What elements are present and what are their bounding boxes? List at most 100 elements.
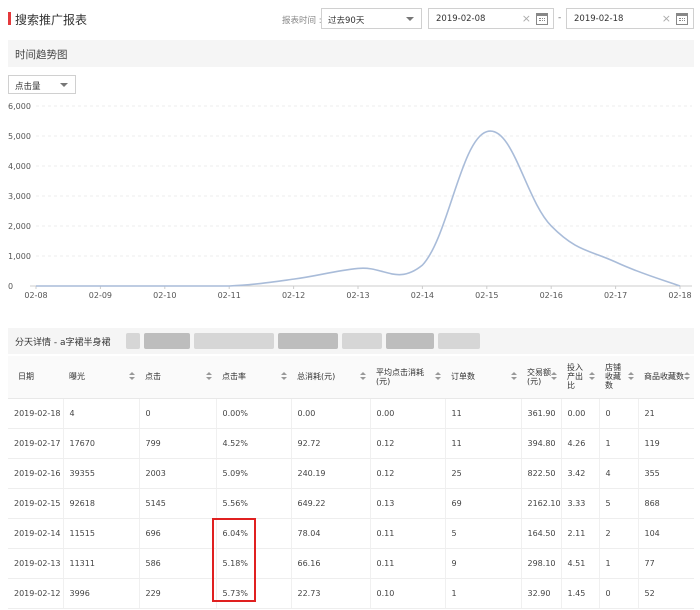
cell-orders: 69 <box>445 488 522 519</box>
table-header-row: 日期 曝光 点击 点击率 总消耗(元) 平均点击消耗(元) 订单数 交易额(元)… <box>8 356 694 399</box>
cell-shop-favorites: 5 <box>599 488 639 519</box>
blurred-text <box>386 333 434 349</box>
cell-shop-favorites: 4 <box>599 458 639 489</box>
sort-icon[interactable] <box>628 372 634 382</box>
cell-roi: 1.45 <box>561 578 600 609</box>
column-header-impressions[interactable]: 曝光 <box>63 356 139 399</box>
cell-item-favorites: 52 <box>638 578 694 609</box>
cell-item-favorites: 77 <box>638 548 694 579</box>
cell-orders: 25 <box>445 458 522 489</box>
blurred-text <box>144 333 190 349</box>
calendar-icon[interactable] <box>676 13 688 25</box>
cell-total-cost: 78.04 <box>291 518 371 549</box>
trend-section-header: 时间趋势图 <box>8 40 694 67</box>
x-tick-label: 02-16 <box>540 291 563 300</box>
sort-icon[interactable] <box>684 372 690 382</box>
date-range-separator: - <box>558 13 562 23</box>
time-range-select[interactable]: 过去90天 <box>321 8 422 29</box>
cell-avg-click-cost: 0.12 <box>370 428 446 459</box>
end-date-input[interactable]: 2019-02-18 × <box>566 8 694 29</box>
y-tick-label: 6,000 <box>8 102 31 111</box>
table-row: 2019-02-18 4 0 0.00% 0.00 0.00 11 361.90 0.00 0 21 <box>8 398 694 429</box>
x-tick-label: 02-12 <box>282 291 305 300</box>
sort-icon[interactable] <box>551 372 557 382</box>
cell-ctr: 0.00% <box>216 398 292 429</box>
blurred-text <box>342 333 382 349</box>
cell-date: 2019-02-15 <box>8 488 64 519</box>
cell-orders: 9 <box>445 548 522 579</box>
cell-total-cost: 22.73 <box>291 578 371 609</box>
sort-icon[interactable] <box>129 372 135 382</box>
cell-roi: 4.26 <box>561 428 600 459</box>
start-date-input[interactable]: 2019-02-08 × <box>428 8 554 29</box>
column-header-item-favorites[interactable]: 商品收藏数 <box>638 356 694 399</box>
cell-item-favorites: 119 <box>638 428 694 459</box>
sort-icon[interactable] <box>511 372 517 382</box>
column-header-orders[interactable]: 订单数 <box>445 356 521 399</box>
cell-roi: 0.00 <box>561 398 600 429</box>
column-header-avg-click-cost[interactable]: 平均点击消耗(元) <box>370 356 445 399</box>
cell-ctr: 5.73% <box>216 578 292 609</box>
cell-orders: 11 <box>445 428 522 459</box>
cell-total-cost: 649.22 <box>291 488 371 519</box>
cell-revenue: 361.90 <box>521 398 562 429</box>
cell-item-favorites: 21 <box>638 398 694 429</box>
series-line <box>35 130 681 287</box>
cell-impressions: 17670 <box>63 428 140 459</box>
sort-icon[interactable] <box>360 372 366 382</box>
sort-icon[interactable] <box>589 372 595 382</box>
cell-revenue: 164.50 <box>521 518 562 549</box>
cell-ctr: 4.52% <box>216 428 292 459</box>
column-header-revenue[interactable]: 交易额(元) <box>521 356 561 399</box>
cell-item-favorites: 355 <box>638 458 694 489</box>
sort-icon[interactable] <box>435 372 441 382</box>
detail-section-title: 分天详情 - a字裙半身裙 <box>15 338 111 348</box>
cell-total-cost: 240.19 <box>291 458 371 489</box>
column-header-ctr[interactable]: 点击率 <box>216 356 291 399</box>
column-header-shop-favorites[interactable]: 店铺收藏数 <box>599 356 638 399</box>
y-tick-label: 3,000 <box>8 192 31 201</box>
report-header: 搜索推广报表 报表时间 : 过去90天 2019-02-08 × - 2019-… <box>0 0 700 38</box>
end-date-value: 2019-02-18 <box>574 14 624 24</box>
x-tick-label: 02-10 <box>153 291 176 300</box>
cell-total-cost: 92.72 <box>291 428 371 459</box>
blurred-text <box>194 333 274 349</box>
cell-revenue: 2162.10 <box>521 488 562 519</box>
cell-date: 2019-02-13 <box>8 548 64 579</box>
cell-total-cost: 66.16 <box>291 548 371 579</box>
y-tick-label: 2,000 <box>8 222 31 231</box>
cell-ctr: 6.04% <box>216 518 292 549</box>
cell-roi: 3.33 <box>561 488 600 519</box>
cell-impressions: 11311 <box>63 548 140 579</box>
sort-icon[interactable] <box>206 372 212 382</box>
table-row: 2019-02-12 3996 229 5.73% 22.73 0.10 1 32.90 1.4… <box>8 578 694 609</box>
column-header-clicks[interactable]: 点击 <box>139 356 216 399</box>
report-time-label: 报表时间 : <box>282 16 322 26</box>
calendar-icon[interactable] <box>536 13 548 25</box>
clear-icon[interactable]: × <box>662 12 671 25</box>
table-row: 2019-02-17 17670 799 4.52% 92.72 0.12 11 394.80… <box>8 428 694 459</box>
cell-avg-click-cost: 0.00 <box>370 398 446 429</box>
blurred-text <box>278 333 338 349</box>
cell-roi: 2.11 <box>561 518 600 549</box>
cell-revenue: 822.50 <box>521 458 562 489</box>
cell-ctr: 5.09% <box>216 458 292 489</box>
cell-ctr: 5.18% <box>216 548 292 579</box>
cell-roi: 3.42 <box>561 458 600 489</box>
clear-icon[interactable]: × <box>522 12 531 25</box>
cell-orders: 5 <box>445 518 522 549</box>
y-tick-label: 0 <box>8 282 13 291</box>
sort-icon[interactable] <box>281 372 287 382</box>
column-header-total-cost[interactable]: 总消耗(元) <box>291 356 370 399</box>
cell-date: 2019-02-12 <box>8 578 64 609</box>
page-title: 搜索推广报表 <box>15 13 88 27</box>
column-header-roi[interactable]: 投入产出比 <box>561 356 599 399</box>
y-tick-label: 1,000 <box>8 252 31 261</box>
cell-item-favorites: 104 <box>638 518 694 549</box>
cell-avg-click-cost: 0.13 <box>370 488 446 519</box>
cell-ctr: 5.56% <box>216 488 292 519</box>
chevron-down-icon <box>406 17 414 21</box>
start-date-value: 2019-02-08 <box>436 14 486 24</box>
metric-select[interactable]: 点击量 <box>8 75 76 94</box>
cell-roi: 4.51 <box>561 548 600 579</box>
